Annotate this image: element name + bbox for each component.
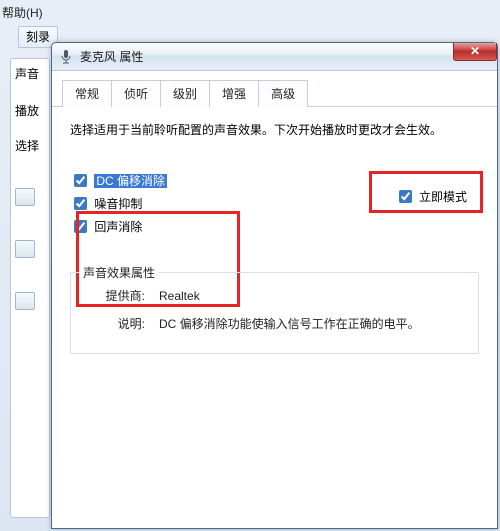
microphone-properties-dialog: 麦克风 属性 ✕ 常规 侦听 级别 增强 高级 选择适用于当前聆听配置的声音效果…	[51, 42, 498, 529]
menu-help[interactable]: 帮助(H)	[2, 4, 43, 21]
effect-dc-offset-input[interactable]	[74, 174, 87, 187]
select-label: 选择	[15, 137, 45, 154]
close-button[interactable]: ✕	[453, 43, 497, 61]
effect-noise-suppress-input[interactable]	[74, 197, 87, 210]
description-label: 说明:	[83, 315, 145, 333]
effect-echo-cancel-label: 回声消除	[94, 220, 142, 234]
microphone-icon	[58, 49, 74, 65]
immediate-mode-checkbox[interactable]: 立即模式	[395, 187, 467, 206]
effect-echo-cancel[interactable]: 回声消除	[70, 217, 479, 236]
effect-properties-group: 声音效果属性 提供商: Realtek 说明: DC 偏移消除功能使输入信号工作…	[70, 272, 479, 354]
provider-value: Realtek	[159, 287, 466, 305]
device-item[interactable]	[15, 240, 35, 258]
immediate-mode-input[interactable]	[399, 190, 412, 203]
instruction-text: 选择适用于当前聆听配置的声音效果。下次开始播放时更改才会生效。	[70, 121, 479, 139]
device-item[interactable]	[15, 188, 35, 206]
tab-enhancements[interactable]: 增强	[210, 80, 259, 107]
tab-strip: 常规 侦听 级别 增强 高级	[52, 71, 497, 107]
effect-dc-offset-label: DC 偏移消除	[94, 174, 167, 188]
provider-label: 提供商:	[83, 287, 145, 305]
effect-properties-legend: 声音效果属性	[79, 264, 159, 281]
effect-noise-suppress-label: 噪音抑制	[94, 197, 142, 211]
tab-listen[interactable]: 侦听	[112, 80, 161, 107]
dialog-titlebar[interactable]: 麦克风 属性 ✕	[52, 43, 497, 71]
device-item[interactable]	[15, 292, 35, 310]
effect-echo-cancel-input[interactable]	[74, 220, 87, 233]
sound-heading: 声音	[15, 65, 45, 82]
close-icon: ✕	[470, 44, 480, 58]
enhancements-panel: 选择适用于当前聆听配置的声音效果。下次开始播放时更改才会生效。 立即模式 DC …	[52, 107, 497, 368]
playback-label: 播放	[15, 102, 45, 119]
background-sound-window: 声音 播放 选择	[10, 58, 50, 518]
dialog-title: 麦克风 属性	[80, 48, 143, 65]
tab-levels[interactable]: 级别	[161, 80, 210, 107]
tab-advanced[interactable]: 高级	[259, 80, 308, 107]
immediate-mode-label: 立即模式	[419, 190, 467, 204]
description-value: DC 偏移消除功能使输入信号工作在正确的电平。	[159, 315, 466, 333]
tab-general[interactable]: 常规	[62, 80, 112, 107]
